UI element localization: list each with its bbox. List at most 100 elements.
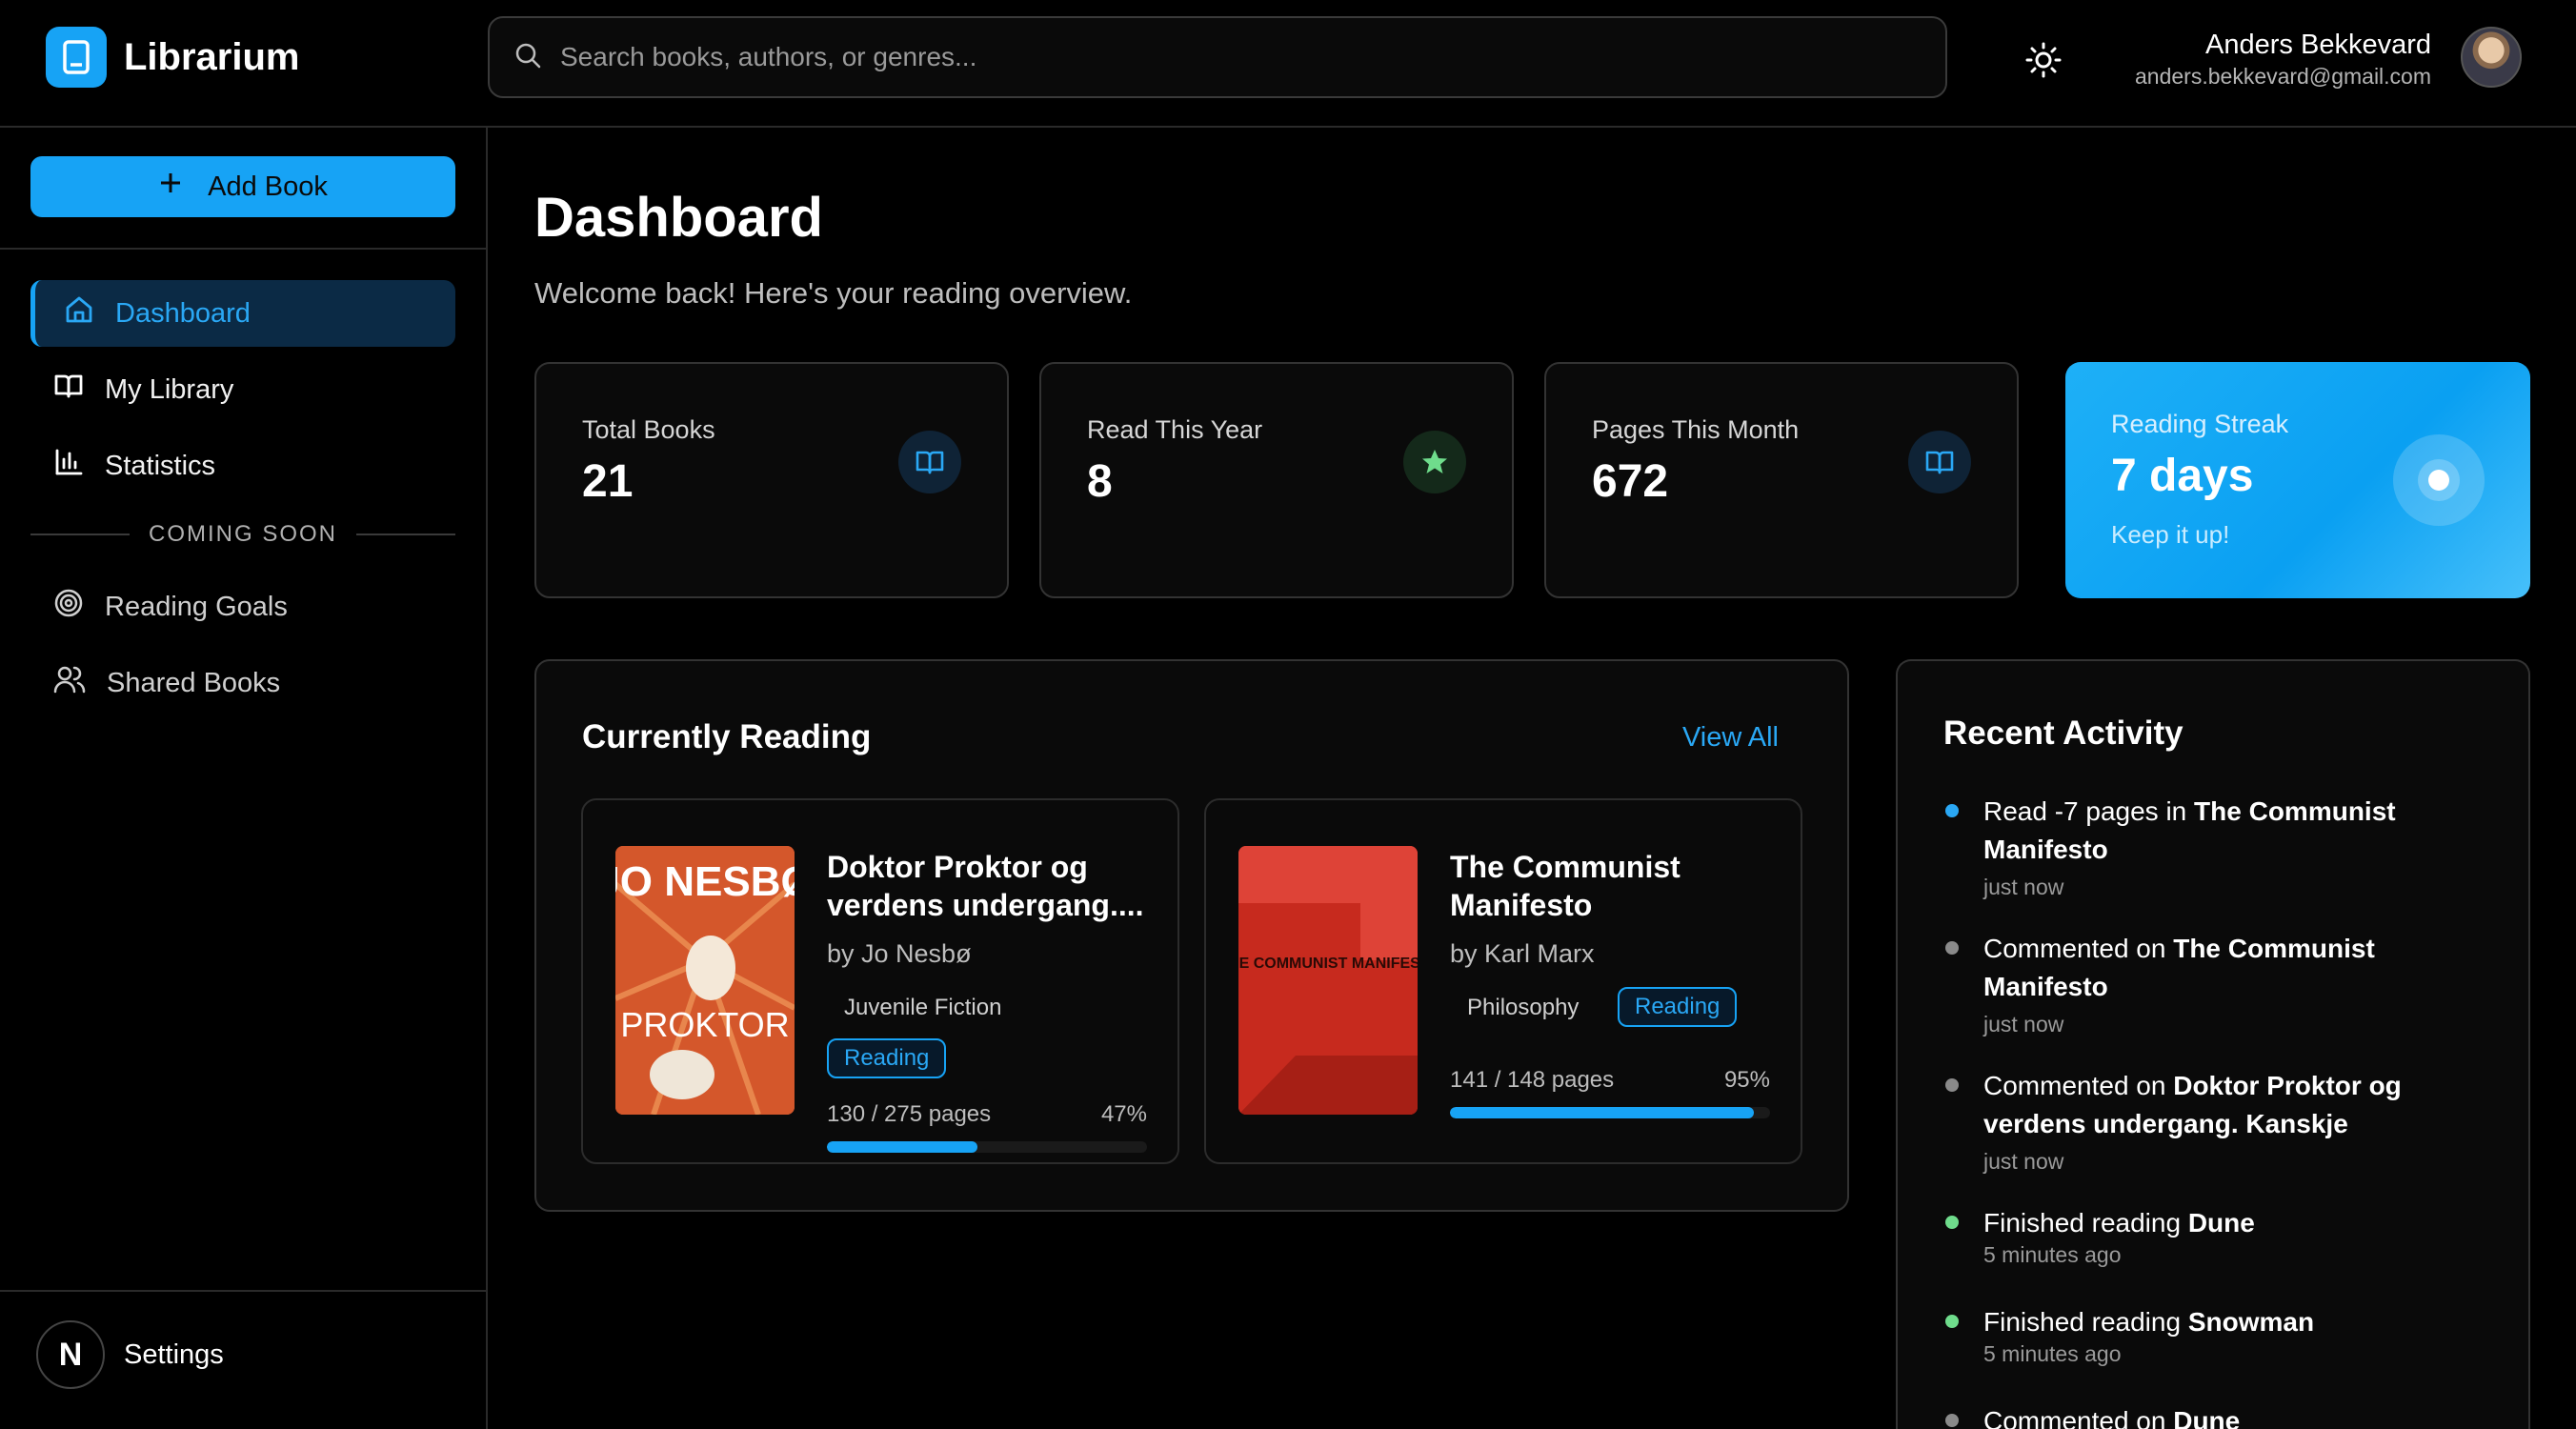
book-author: by Karl Marx [1450,939,1595,968]
search-icon [514,42,541,73]
genre-tag: Juvenile Fiction [844,995,1002,1020]
add-book-button[interactable]: Add Book [30,156,455,217]
sidebar-item-shared-books[interactable]: Shared Books [30,650,455,716]
activity-time: 5 minutes ago [1983,1242,2122,1267]
cover-title-text: THE COMMUNIST MANIFESTO [1238,956,1418,972]
book-cover: THE COMMUNIST MANIFESTO [1238,846,1418,1115]
stat-label: Pages This Month [1592,415,1800,444]
book-open-icon [1908,431,1971,493]
star-icon [1403,431,1466,493]
streak-value: 7 days [2111,451,2254,501]
activity-item: Finished reading Snowman 5 minutes ago [1945,1303,2479,1379]
plus-icon [158,171,183,203]
activity-dot [1945,1315,1959,1328]
stat-card-total-books: Total Books 21 [534,362,1009,598]
user-email: anders.bekkevard@gmail.com [2135,64,2431,89]
settings-badge: N [36,1320,105,1389]
brand[interactable]: Librarium [46,27,299,88]
stat-label: Read This Year [1087,415,1263,444]
activity-book: Snowman [2187,1307,2315,1337]
genre-tag: Philosophy [1467,995,1580,1020]
settings-button[interactable]: N Settings [36,1320,224,1389]
recent-activity-panel: Recent Activity Read -7 pages in The Com… [1896,659,2530,1429]
home-icon [64,294,94,332]
progress-bar [827,1141,1147,1153]
book-open-icon [898,431,961,493]
divider [0,1290,486,1292]
activity-dot [1945,941,1959,955]
activity-time: 5 minutes ago [1983,1341,2122,1366]
activity-dot [1945,1216,1959,1229]
sidebar-item-label: Shared Books [107,667,281,698]
divider [0,248,486,250]
activity-item: Finished reading Dune 5 minutes ago [1945,1204,2479,1280]
user-name: Anders Bekkevard [2205,30,2431,60]
cover-author-text: JO NESBØ [615,858,795,905]
book-title: The Communist Manifesto [1450,850,1680,922]
activity-dot [1945,804,1959,817]
sidebar-item-label: Reading Goals [105,591,288,622]
book-card[interactable]: THE COMMUNIST MANIFESTO The Communist Ma… [1204,798,1802,1164]
stat-card-read-this-year: Read This Year 8 [1039,362,1514,598]
sidebar-item-statistics[interactable]: Statistics [30,433,455,499]
stat-value: 8 [1087,456,1113,507]
progress-bar [1450,1107,1770,1118]
sidebar-item-dashboard[interactable]: Dashboard [30,280,455,347]
app-name: Librarium [124,35,300,78]
activity-book: Dune [2173,1406,2241,1429]
stat-value: 21 [582,456,634,507]
coming-soon-divider: COMING SOON [30,520,456,549]
sidebar-item-label: Dashboard [115,297,251,329]
users-icon [53,664,86,702]
book-open-icon [53,371,84,409]
activity-time: just now [1983,1149,2064,1174]
page-subtitle: Welcome back! Here's your reading overvi… [534,276,1133,310]
search-input[interactable] [560,42,1894,72]
stat-value: 672 [1592,456,1669,507]
activity-book: Dune [2187,1208,2255,1238]
settings-label: Settings [124,1338,224,1370]
reading-streak-card: Reading Streak 7 days Keep it up! [2065,362,2530,598]
book-card[interactable]: JO NESBØ PROKTOR Doktor Proktor og verde… [581,798,1179,1164]
activity-time: just now [1983,1012,2064,1037]
coming-soon-label: COMING SOON [149,521,338,547]
activity-item: Commented on Dune [1945,1402,2479,1429]
activity-dot [1945,1078,1959,1092]
panel-title: Recent Activity [1943,714,2184,752]
add-book-label: Add Book [208,171,328,202]
user-info[interactable]: Anders Bekkevard anders.bekkevard@gmail.… [2135,27,2431,90]
avatar[interactable] [2461,27,2522,88]
bar-chart-icon [53,447,84,485]
pulse-dot-icon [2393,434,2485,526]
percent-label: 95% [1723,1067,1770,1093]
panel-title: Currently Reading [582,718,872,755]
sidebar-item-label: Statistics [105,450,216,481]
stat-label: Total Books [582,415,715,444]
book-author: by Jo Nesbø [827,939,972,968]
sidebar: Add Book Dashboard My Library Statistics… [0,128,488,1429]
streak-note: Keep it up! [2111,520,2230,549]
book-logo-icon [46,27,107,88]
sidebar-item-my-library[interactable]: My Library [30,356,455,423]
activity-item: Commented on Doktor Proktor og verdens u… [1945,1067,2479,1181]
streak-label: Reading Streak [2111,410,2289,438]
activity-item: Read -7 pages in The Communist Manifesto… [1945,793,2479,907]
book-title: Doktor Proktor og verdens undergang.... [827,850,1144,922]
percent-label: 47% [1100,1101,1147,1127]
target-icon [53,588,84,626]
pages-progress: 141 / 148 pages [1450,1067,1615,1093]
pages-progress: 130 / 275 pages [827,1101,992,1127]
sidebar-item-label: My Library [105,373,234,405]
sun-icon[interactable] [2018,34,2069,86]
activity-time: just now [1983,875,2064,899]
top-header: Librarium Anders Bekkevard anders.bekkev… [0,0,2576,128]
stat-card-pages-this-month: Pages This Month 672 [1544,362,2019,598]
status-badge: Reading [1618,987,1738,1027]
page-title: Dashboard [534,187,823,249]
search-bar[interactable] [488,16,1947,98]
status-badge: Reading [827,1038,947,1078]
cover-title-text: PROKTOR [620,1005,789,1044]
sidebar-item-reading-goals[interactable]: Reading Goals [30,574,455,640]
activity-dot [1945,1414,1959,1427]
view-all-link[interactable]: View All [1682,722,1779,754]
